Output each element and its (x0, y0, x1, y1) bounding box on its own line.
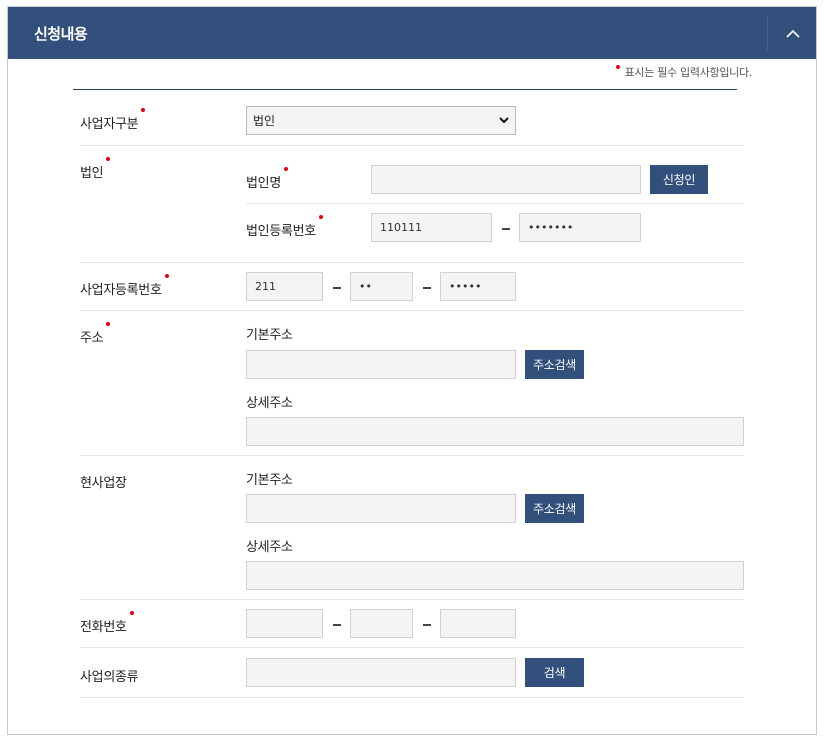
dash-separator (333, 624, 341, 626)
chevron-up-icon (786, 29, 800, 38)
required-dot-icon (164, 274, 169, 278)
header-divider (767, 17, 768, 50)
dash-separator (423, 287, 431, 289)
business-reg-no-label: 사업자등록번호 (80, 274, 169, 298)
required-dot-icon (615, 65, 620, 69)
business-reg-no-part1[interactable]: 211 (246, 272, 323, 301)
site-detail-input[interactable] (246, 561, 744, 590)
address-basic-label: 기본주소 (246, 328, 293, 343)
site-address-search-button[interactable]: 주소검색 (525, 494, 584, 523)
address-label: 주소 (80, 322, 111, 346)
address-search-button[interactable]: 주소검색 (525, 350, 584, 379)
business-type-select[interactable]: 법인 (246, 106, 516, 135)
corporation-label: 법인 (80, 157, 111, 181)
phone-label: 전화번호 (80, 611, 134, 635)
business-reg-no-part3[interactable]: ••••• (440, 272, 516, 301)
site-detail-label: 상세주소 (246, 540, 293, 555)
site-basic-input[interactable] (246, 494, 516, 523)
row-divider (80, 310, 744, 311)
applicant-button[interactable]: 신청인 (650, 165, 708, 194)
required-dot-icon (283, 167, 288, 171)
business-type-selected-value: 법인 (253, 114, 276, 128)
business-reg-no-part2[interactable]: •• (350, 272, 413, 301)
dash-separator (502, 228, 510, 230)
business-type-label: 사업자구분 (80, 108, 146, 132)
panel-header: 신청내용 (8, 7, 816, 59)
row-divider (80, 262, 744, 263)
address-detail-input[interactable] (246, 417, 744, 446)
panel-title: 신청내용 (34, 25, 88, 43)
required-dot-icon (129, 611, 134, 615)
row-divider (80, 145, 744, 146)
corporation-name-label: 법인명 (246, 167, 288, 191)
chevron-down-icon (499, 117, 509, 124)
address-basic-input[interactable] (246, 350, 516, 379)
row-divider (80, 455, 744, 456)
site-address-label: 현사업장 (80, 476, 127, 491)
row-divider (246, 203, 744, 204)
phone-part2-input[interactable] (350, 609, 413, 638)
business-category-search-button[interactable]: 검색 (525, 658, 584, 687)
corporation-reg-no-part1[interactable]: 110111 (371, 213, 492, 242)
required-notice: 표시는 필수 입력사항입니다. (615, 64, 752, 80)
dash-separator (333, 287, 341, 289)
corporation-reg-no-part2[interactable]: ••••••• (519, 213, 641, 242)
business-category-label: 사업의종류 (80, 670, 139, 685)
site-basic-label: 기본주소 (246, 473, 293, 488)
corporation-reg-no-label: 법인등록번호 (246, 215, 323, 239)
row-divider (80, 647, 744, 648)
dash-separator (423, 624, 431, 626)
corporation-name-input[interactable] (371, 165, 641, 194)
collapse-button[interactable] (770, 7, 816, 59)
phone-part1-input[interactable] (246, 609, 323, 638)
row-divider (80, 599, 744, 600)
required-dot-icon (318, 215, 323, 219)
form-top-rule (73, 89, 737, 90)
phone-part3-input[interactable] (440, 609, 516, 638)
address-detail-label: 상세주소 (246, 396, 293, 411)
row-divider (80, 697, 744, 698)
business-category-input[interactable] (246, 658, 516, 687)
